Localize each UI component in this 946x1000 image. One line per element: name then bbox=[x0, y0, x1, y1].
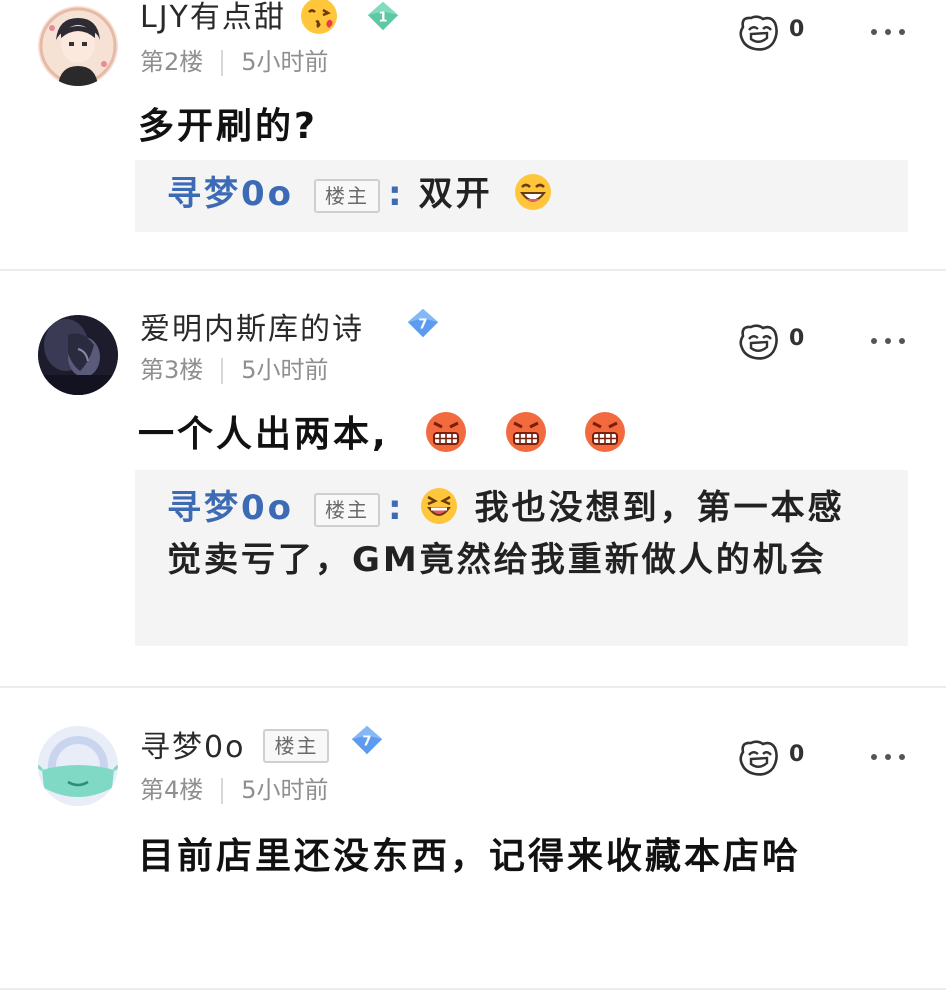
level-diamond-icon: 1 bbox=[367, 1, 399, 31]
avatar[interactable] bbox=[38, 726, 118, 806]
squint-laugh-emoji-icon bbox=[420, 487, 457, 524]
floor-number: 第4楼 bbox=[140, 776, 204, 804]
avatar-image bbox=[38, 6, 118, 86]
kiss-emoji-icon bbox=[301, 0, 338, 34]
reply-author[interactable]: 寻梦0o bbox=[167, 174, 294, 214]
post-content: 目前店里还没东西，记得来收藏本店哈 bbox=[138, 836, 802, 877]
post-meta: 第4楼 5小时前 bbox=[140, 770, 329, 805]
level-diamond-icon: 7 bbox=[351, 725, 383, 755]
level-diamond-icon: 7 bbox=[407, 308, 439, 338]
post-floor-3: 爱明内斯库的诗 7 第3楼 5小时前 0 一个人出两本, 寻梦0o 楼主: 我… bbox=[0, 270, 946, 686]
owner-badge: 楼主 bbox=[314, 492, 381, 527]
like-count: 0 bbox=[789, 742, 805, 767]
owner-badge: 楼主 bbox=[314, 178, 381, 213]
username-text[interactable]: 爱明内斯库的诗 bbox=[140, 312, 364, 347]
username[interactable]: LJY有点甜 bbox=[140, 0, 339, 36]
post-content: 一个人出两本, bbox=[138, 406, 878, 464]
like-button[interactable]: 0 bbox=[737, 13, 817, 53]
level-number: 1 bbox=[378, 11, 387, 26]
post-content: 多开刷的? bbox=[138, 106, 318, 147]
post-time: 5小时前 bbox=[241, 48, 329, 76]
like-button[interactable]: 0 bbox=[737, 322, 817, 362]
avatar[interactable] bbox=[38, 315, 118, 395]
meta-divider bbox=[221, 358, 224, 384]
post-content-text: 一个人出两本, bbox=[138, 414, 389, 455]
owner-badge: 楼主 bbox=[263, 729, 330, 763]
angry-emoji-icon bbox=[585, 412, 626, 452]
more-button[interactable] bbox=[868, 331, 908, 351]
level-number: 7 bbox=[418, 318, 427, 333]
like-count: 0 bbox=[789, 17, 805, 42]
username[interactable]: 爱明内斯库的诗 bbox=[140, 304, 364, 348]
post-divider bbox=[0, 988, 946, 990]
grin-emoji-icon bbox=[515, 173, 552, 210]
thumbs-up-face-icon bbox=[739, 15, 778, 51]
thumbs-up-face-icon bbox=[739, 324, 778, 360]
meta-divider bbox=[221, 778, 224, 804]
avatar-image bbox=[38, 315, 118, 395]
post-time: 5小时前 bbox=[241, 776, 329, 804]
avatar-image bbox=[38, 726, 118, 806]
post-floor-2: LJY有点甜 1 第2楼 5小时前 0 多开刷的? 寻梦0o 楼主: 双开 bbox=[0, 0, 946, 270]
username-text[interactable]: 寻梦0o bbox=[140, 730, 245, 765]
post-time: 5小时前 bbox=[241, 356, 329, 384]
floor-number: 第2楼 bbox=[140, 48, 204, 76]
level-number: 7 bbox=[362, 735, 371, 750]
post-meta: 第3楼 5小时前 bbox=[140, 350, 329, 385]
like-count: 0 bbox=[789, 326, 805, 351]
floor-number: 第3楼 bbox=[140, 356, 204, 384]
like-button[interactable]: 0 bbox=[737, 738, 817, 778]
reply-author[interactable]: 寻梦0o bbox=[167, 488, 294, 528]
post-meta: 第2楼 5小时前 bbox=[140, 42, 329, 77]
username[interactable]: 寻梦0o 楼主 bbox=[140, 722, 337, 766]
more-button[interactable] bbox=[868, 22, 908, 42]
meta-divider bbox=[221, 50, 224, 76]
angry-emoji-icon bbox=[505, 412, 546, 452]
thumbs-up-face-icon bbox=[739, 740, 778, 776]
more-button[interactable] bbox=[868, 747, 908, 767]
post-floor-4: 寻梦0o 楼主 7 第4楼 5小时前 0 目前店里还没东西，记得来收藏本店哈 bbox=[0, 688, 946, 988]
reply-box[interactable]: 寻梦0o 楼主: 我也没想到，第一本感觉卖亏了，GM竟然给我重新做人的机会 bbox=[135, 470, 908, 646]
angry-emoji-icon bbox=[426, 412, 467, 452]
reply-text: 双开 bbox=[418, 174, 493, 214]
reply-colon: : bbox=[388, 488, 405, 528]
username-text[interactable]: LJY有点甜 bbox=[140, 0, 286, 35]
reply-box[interactable]: 寻梦0o 楼主: 双开 bbox=[135, 160, 908, 232]
avatar[interactable] bbox=[38, 6, 118, 86]
reply-colon: : bbox=[388, 174, 405, 214]
